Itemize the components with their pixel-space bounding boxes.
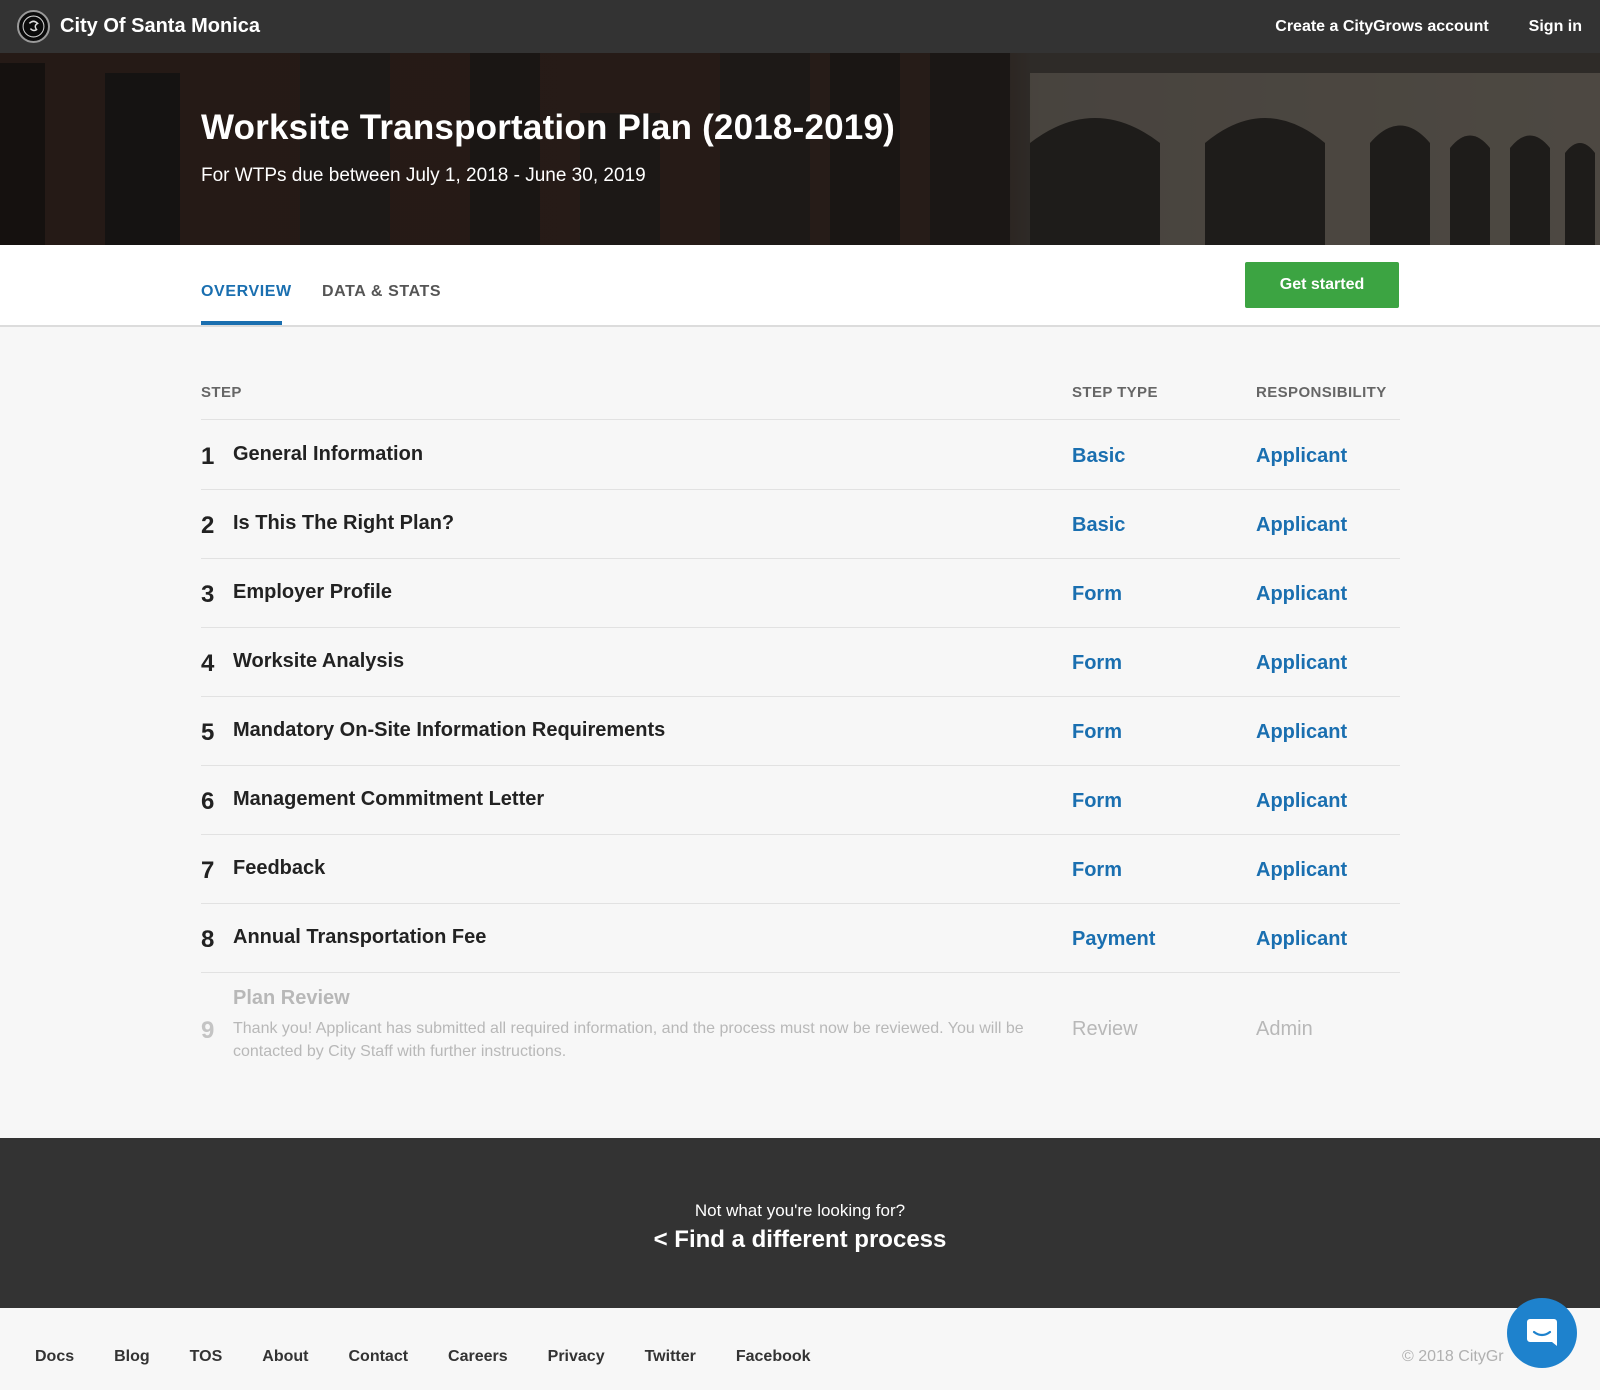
step-name: Feedback: [233, 857, 326, 879]
responsibility-link[interactable]: Applicant: [1256, 790, 1347, 813]
step-name: Employer Profile: [233, 581, 392, 603]
step-name: Mandatory On-Site Information Requiremen…: [233, 719, 666, 741]
footer-links: Docs Blog TOS About Contact Careers Priv…: [35, 1348, 851, 1366]
step-number: 2: [201, 512, 215, 539]
step-type-link[interactable]: Basic: [1072, 445, 1125, 468]
footer-link-careers[interactable]: Careers: [448, 1348, 508, 1366]
nav-actions: Create a CityGrows account Sign in: [1235, 18, 1582, 36]
footer-link-privacy[interactable]: Privacy: [548, 1348, 605, 1366]
step-name: Is This The Right Plan?: [233, 512, 455, 534]
step-type-link[interactable]: Form: [1072, 721, 1122, 744]
footer-link-docs[interactable]: Docs: [35, 1348, 74, 1366]
footer-link-blog[interactable]: Blog: [114, 1348, 150, 1366]
footer-link-contact[interactable]: Contact: [348, 1348, 408, 1366]
table-row[interactable]: 2 Is This The Right Plan? Basic Applican…: [201, 490, 1400, 559]
step-type-link[interactable]: Payment: [1072, 928, 1155, 951]
step-name: General Information: [233, 443, 424, 465]
find-process-question: Not what you're looking for?: [694, 1201, 906, 1220]
get-started-button[interactable]: Get started: [1245, 262, 1399, 308]
brand-link[interactable]: City Of Santa Monica: [17, 10, 260, 43]
step-number: 1: [201, 443, 215, 470]
responsibility-link[interactable]: Applicant: [1256, 928, 1347, 951]
step-type-link[interactable]: Form: [1072, 652, 1122, 675]
responsibility-label: Admin: [1256, 1018, 1313, 1040]
find-process-band: Not what you're looking for? < Find a di…: [0, 1138, 1600, 1308]
active-tab-indicator: [201, 321, 282, 325]
header-step: STEP: [201, 384, 242, 401]
hero-background-image: [0, 53, 1600, 245]
footer-link-about[interactable]: About: [262, 1348, 308, 1366]
responsibility-link[interactable]: Applicant: [1256, 583, 1347, 606]
step-number: 3: [201, 581, 215, 608]
step-number: 6: [201, 788, 215, 815]
footer-link-tos[interactable]: TOS: [190, 1348, 223, 1366]
responsibility-link[interactable]: Applicant: [1256, 721, 1347, 744]
step-type-link[interactable]: Basic: [1072, 514, 1125, 537]
top-navbar: City Of Santa Monica Create a CityGrows …: [0, 0, 1600, 53]
step-type-link[interactable]: Form: [1072, 583, 1122, 606]
step-number: 4: [201, 650, 215, 677]
tab-overview[interactable]: OVERVIEW: [201, 283, 292, 301]
table-row[interactable]: 4 Worksite Analysis Form Applicant: [201, 628, 1400, 697]
step-description: Thank you! Applicant has submitted all r…: [233, 1020, 1024, 1060]
find-process-link[interactable]: < Find a different process: [0, 1226, 1600, 1254]
step-type-label: Review: [1072, 1018, 1138, 1040]
step-type-link[interactable]: Form: [1072, 790, 1122, 813]
header-step-type: STEP TYPE: [1072, 384, 1158, 401]
brand-name: City Of Santa Monica: [60, 15, 261, 37]
table-row[interactable]: 7 Feedback Form Applicant: [201, 835, 1400, 904]
table-row[interactable]: 5 Mandatory On-Site Information Requirem…: [201, 697, 1400, 766]
table-row-final: 9 Plan Review Thank you! Applicant has s…: [201, 977, 1400, 1067]
step-name: Annual Transportation Fee: [233, 926, 487, 948]
step-name: Worksite Analysis: [233, 650, 405, 672]
steps-table: STEP STEP TYPE RESPONSIBILITY 1 General …: [0, 327, 1600, 1138]
copyright-text: © 2018 CityGr: [1402, 1348, 1504, 1365]
sign-in-link[interactable]: Sign in: [1529, 18, 1582, 36]
header-responsibility: RESPONSIBILITY: [1256, 384, 1387, 401]
create-account-link[interactable]: Create a CityGrows account: [1275, 18, 1488, 36]
responsibility-link[interactable]: Applicant: [1256, 652, 1347, 675]
page-title: Worksite Transportation Plan (2018-2019): [201, 108, 895, 147]
responsibility-link[interactable]: Applicant: [1256, 445, 1347, 468]
footer-link-twitter[interactable]: Twitter: [645, 1348, 696, 1366]
responsibility-link[interactable]: Applicant: [1256, 859, 1347, 882]
city-seal-icon: [17, 10, 50, 43]
step-number: 7: [201, 857, 215, 884]
table-row[interactable]: 8 Annual Transportation Fee Payment Appl…: [201, 904, 1400, 973]
page-footer: Docs Blog TOS About Contact Careers Priv…: [0, 1308, 1600, 1390]
step-name: Plan Review: [233, 987, 350, 1009]
hero-banner: Worksite Transportation Plan (2018-2019)…: [0, 53, 1600, 245]
table-header: STEP STEP TYPE RESPONSIBILITY: [201, 384, 1400, 420]
tab-bar: OVERVIEW DATA & STATS Get started: [0, 245, 1600, 327]
chat-bubble-icon: [1527, 1319, 1557, 1346]
page-subtitle: For WTPs due between July 1, 2018 - June…: [201, 165, 646, 186]
footer-link-facebook[interactable]: Facebook: [736, 1348, 811, 1366]
step-number: 5: [201, 719, 215, 746]
responsibility-link[interactable]: Applicant: [1256, 514, 1347, 537]
step-number: 8: [201, 926, 215, 953]
step-type-link[interactable]: Form: [1072, 859, 1122, 882]
step-name: Management Commitment Letter: [233, 788, 545, 810]
tab-data-stats[interactable]: DATA & STATS: [322, 283, 441, 301]
table-row[interactable]: 3 Employer Profile Form Applicant: [201, 559, 1400, 628]
table-row[interactable]: 6 Management Commitment Letter Form Appl…: [201, 766, 1400, 835]
step-number: 9: [201, 1017, 215, 1044]
table-row[interactable]: 1 General Information Basic Applicant: [201, 421, 1400, 490]
chat-launcher-button[interactable]: [1507, 1298, 1577, 1368]
